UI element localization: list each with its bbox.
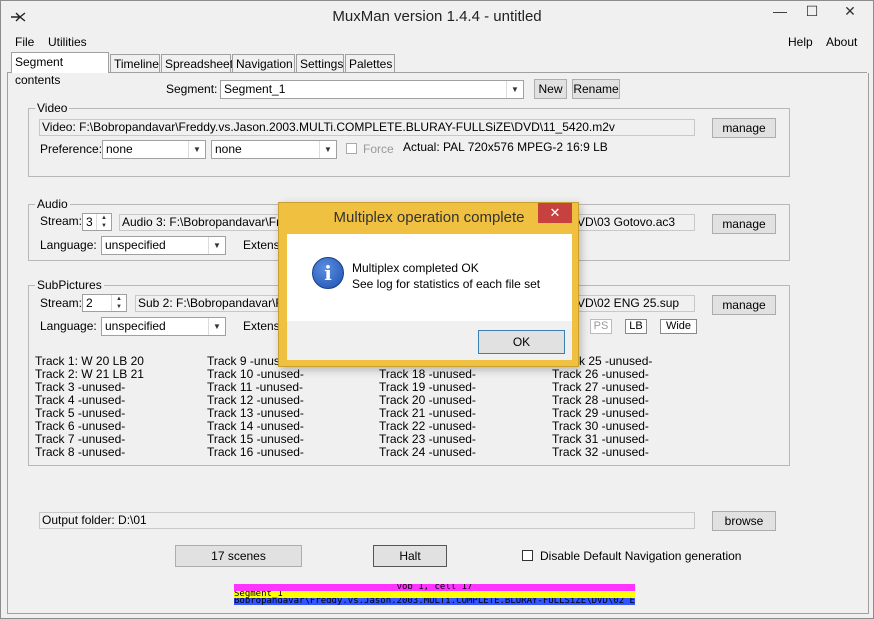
audio-stream-value: 3: [86, 215, 93, 229]
status-line-vob: vob 1, cell 17: [234, 584, 635, 591]
spinner-arrows-icon[interactable]: ▲ ▼: [96, 214, 111, 230]
chevron-down-icon: ▼: [208, 318, 225, 335]
close-button[interactable]: ✕: [828, 1, 872, 22]
audio-language-value: unspecified: [105, 238, 166, 252]
track-column-2: Track 9 -unused- Track 10 -unused- Track…: [207, 355, 377, 459]
disable-nav-label: Disable Default Navigation generation: [540, 549, 742, 563]
tab-settings[interactable]: Settings: [296, 54, 344, 72]
dialog-message-1: Multiplex completed OK: [352, 261, 479, 275]
sub-manage-button[interactable]: manage: [712, 295, 776, 315]
dialog-message-2: See log for statistics of each file set: [352, 277, 541, 291]
spinner-arrows-icon[interactable]: ▲ ▼: [111, 295, 126, 311]
lb-toggle[interactable]: LB: [625, 319, 647, 334]
video-group-label: Video: [35, 101, 70, 115]
window-title: MuxMan version 1.4.4 - untitled: [332, 8, 542, 25]
tab-palettes[interactable]: Palettes: [345, 54, 395, 72]
video-actual-info: Actual: PAL 720x576 MPEG-2 16:9 LB: [403, 140, 608, 154]
audio-language-select[interactable]: unspecified ▼: [101, 236, 226, 255]
track-row: Track 8 -unused-: [35, 445, 126, 459]
force-label: Force: [363, 142, 394, 156]
segment-select-value: Segment_1: [224, 82, 286, 96]
new-segment-button[interactable]: New: [534, 79, 567, 99]
audio-stream-label: Stream:: [40, 214, 83, 228]
video-manage-button[interactable]: manage: [712, 118, 776, 138]
preference-select-1[interactable]: none ▼: [102, 140, 206, 159]
preference-select-2[interactable]: none ▼: [211, 140, 337, 159]
audio-extension-label: Extensi: [243, 238, 283, 252]
output-folder-field: Output folder: D:\01: [39, 512, 695, 529]
chevron-down-icon: ▼: [506, 81, 523, 98]
track-row: Track 24 -unused-: [379, 445, 476, 459]
tab-timeline[interactable]: Timeline: [110, 54, 160, 72]
dialog-body: i Multiplex completed OK See log for sta…: [287, 234, 572, 321]
status-line-segment: Segment_1: [234, 591, 635, 598]
status-line-file: Bobropandavar\Freddy.vs.Jason.2003.MULTi…: [234, 598, 635, 605]
audio-manage-button[interactable]: manage: [712, 214, 776, 234]
force-checkbox[interactable]: [346, 143, 357, 154]
multiplex-complete-dialog: Multiplex operation complete ✕ i Multipl…: [278, 202, 579, 367]
sub-language-select[interactable]: unspecified ▼: [101, 317, 226, 336]
menu-file[interactable]: File: [15, 35, 34, 49]
rename-segment-button[interactable]: Rename: [572, 79, 620, 99]
tab-spreadsheet[interactable]: Spreadsheet: [161, 54, 233, 72]
sub-path-field: Sub 2: F:\Bobropandavar\Fred: [135, 295, 279, 312]
info-icon: i: [312, 257, 344, 289]
preference-label: Preference:: [40, 142, 103, 156]
title-bar: MuxMan version 1.4.4 - untitled — ☐ ✕: [1, 1, 873, 32]
minimize-button[interactable]: —: [765, 1, 795, 22]
halt-button[interactable]: Halt: [373, 545, 447, 567]
video-path-field: Video: F:\Bobropandavar\Freddy.vs.Jason.…: [39, 119, 695, 136]
wide-toggle[interactable]: Wide: [660, 319, 697, 334]
track-row: Track 32 -unused-: [552, 445, 649, 459]
segment-select[interactable]: Segment_1 ▼: [220, 80, 524, 99]
tab-segment-contents[interactable]: Segment contents: [11, 52, 109, 87]
ok-button[interactable]: OK: [478, 330, 565, 354]
audio-path-field-tail: VD\03 Gotovo.ac3: [574, 214, 695, 231]
disable-nav-checkbox[interactable]: [522, 550, 533, 561]
muxman-window: MuxMan version 1.4.4 - untitled — ☐ ✕ Fi…: [0, 0, 874, 619]
ps-toggle[interactable]: PS: [590, 319, 612, 334]
track-column-3: Track 18 -unused- Track 19 -unused- Trac…: [379, 355, 549, 459]
maximize-button[interactable]: ☐: [797, 1, 827, 22]
chevron-down-icon: ▼: [208, 237, 225, 254]
track-column-4: k 25 -unused- Track 26 -unused- Track 27…: [552, 355, 722, 459]
audio-stream-spinner[interactable]: 3 ▲ ▼: [82, 213, 112, 231]
tab-navigation[interactable]: Navigation: [232, 54, 295, 72]
menu-help[interactable]: Help: [788, 35, 813, 49]
sub-stream-label: Stream:: [40, 296, 83, 310]
sub-stream-value: 2: [86, 296, 93, 310]
segment-label: Segment:: [166, 82, 218, 96]
sub-stream-spinner[interactable]: 2 ▲ ▼: [82, 294, 127, 312]
menu-about[interactable]: About: [826, 35, 857, 49]
sub-language-label: Language:: [40, 319, 97, 333]
dialog-close-button[interactable]: ✕: [538, 203, 572, 223]
sub-path-field-tail: VD\02 ENG 25.sup: [574, 295, 695, 312]
status-bar: vob 1, cell 17 Segment_1 Bobropandavar\F…: [234, 584, 635, 606]
subpictures-group-label: SubPictures: [35, 278, 104, 292]
sub-language-value: unspecified: [105, 319, 166, 333]
track-column-1: Track 1: W 20 LB 20 Track 2: W 21 LB 21 …: [35, 355, 205, 459]
audio-group-label: Audio: [35, 197, 70, 211]
sub-extension-label: Extensi: [243, 319, 283, 333]
audio-path-field: Audio 3: F:\Bobropandavar\Fred: [119, 214, 279, 231]
menu-bar: File Utilities Help About: [1, 32, 873, 51]
browse-button[interactable]: browse: [712, 511, 776, 531]
preference-select-1-value: none: [106, 142, 133, 156]
chevron-down-icon: ▼: [188, 141, 205, 158]
menu-utilities[interactable]: Utilities: [48, 35, 87, 49]
track-row: Track 16 -unused-: [207, 445, 304, 459]
chevron-down-icon: ▼: [319, 141, 336, 158]
dialog-title: Multiplex operation complete: [333, 209, 525, 226]
audio-language-label: Language:: [40, 238, 97, 252]
preference-select-2-value: none: [215, 142, 242, 156]
scenes-button[interactable]: 17 scenes: [175, 545, 302, 567]
